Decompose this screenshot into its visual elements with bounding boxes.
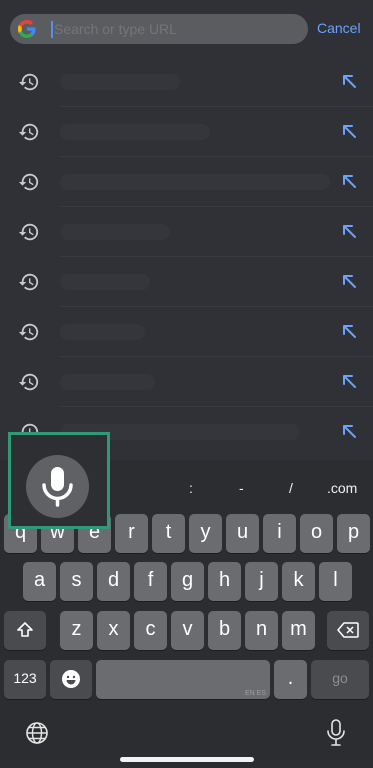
history-icon xyxy=(18,323,39,341)
history-icon xyxy=(18,123,39,141)
key-p[interactable]: p xyxy=(337,514,370,553)
history-icon xyxy=(18,273,39,291)
fill-arrow-icon[interactable] xyxy=(339,71,359,91)
suggestion-text xyxy=(60,324,145,340)
suggestion-text xyxy=(60,374,155,390)
key-h[interactable]: h xyxy=(208,562,241,601)
shift-key[interactable] xyxy=(4,611,46,650)
suggestion-key-slash[interactable]: / xyxy=(289,480,293,496)
fill-arrow-icon[interactable] xyxy=(339,121,359,141)
suggestion-text xyxy=(60,174,330,190)
history-icon xyxy=(18,373,39,391)
fill-arrow-icon[interactable] xyxy=(339,421,359,441)
microphone-icon xyxy=(42,467,73,507)
search-input[interactable] xyxy=(54,14,294,44)
fill-arrow-icon[interactable] xyxy=(339,271,359,291)
suggestion-text xyxy=(60,74,180,90)
emoji-icon xyxy=(62,670,80,688)
top-bar: Cancel xyxy=(0,0,373,58)
key-f[interactable]: f xyxy=(134,562,167,601)
key-t[interactable]: t xyxy=(152,514,185,553)
home-indicator[interactable] xyxy=(120,757,254,762)
key-z[interactable]: z xyxy=(60,611,93,650)
key-s[interactable]: s xyxy=(60,562,93,601)
fill-arrow-icon[interactable] xyxy=(339,321,359,341)
suggestion-row[interactable] xyxy=(0,307,373,357)
language-label: EN ES xyxy=(244,690,266,697)
key-y[interactable]: y xyxy=(189,514,222,553)
go-key[interactable]: go xyxy=(311,660,369,699)
google-logo-icon xyxy=(18,20,36,38)
suggestion-key-dotcom[interactable]: .com xyxy=(327,480,357,496)
suggestion-row[interactable] xyxy=(0,257,373,307)
key-i[interactable]: i xyxy=(263,514,296,553)
suggestion-text xyxy=(60,124,210,140)
key-o[interactable]: o xyxy=(300,514,333,553)
numbers-key[interactable]: 123 xyxy=(4,660,46,699)
key-u[interactable]: u xyxy=(226,514,259,553)
emoji-key[interactable] xyxy=(50,660,92,699)
suggestion-row[interactable] xyxy=(0,57,373,107)
history-icon xyxy=(18,173,39,191)
globe-icon[interactable] xyxy=(25,721,49,745)
key-c[interactable]: c xyxy=(134,611,167,650)
key-a[interactable]: a xyxy=(23,562,56,601)
space-key[interactable]: EN ES xyxy=(96,660,270,699)
period-key[interactable]: . xyxy=(274,660,307,699)
suggestion-row[interactable] xyxy=(0,107,373,157)
key-d[interactable]: d xyxy=(97,562,130,601)
cancel-button[interactable]: Cancel xyxy=(317,20,361,36)
suggestion-text xyxy=(60,274,150,290)
key-j[interactable]: j xyxy=(245,562,278,601)
fill-arrow-icon[interactable] xyxy=(339,371,359,391)
suggestion-row[interactable] xyxy=(0,357,373,407)
key-x[interactable]: x xyxy=(97,611,130,650)
text-cursor xyxy=(51,21,53,38)
suggestion-key-dash[interactable]: - xyxy=(239,480,244,496)
key-r[interactable]: r xyxy=(115,514,148,553)
voice-search-button[interactable] xyxy=(26,455,89,518)
key-v[interactable]: v xyxy=(171,611,204,650)
key-g[interactable]: g xyxy=(171,562,204,601)
suggestion-text xyxy=(60,224,170,240)
key-l[interactable]: l xyxy=(319,562,352,601)
history-icon xyxy=(18,73,39,91)
key-n[interactable]: n xyxy=(245,611,278,650)
backspace-icon xyxy=(337,622,359,638)
suggestion-row[interactable] xyxy=(0,207,373,257)
shift-icon xyxy=(17,622,33,637)
fill-arrow-icon[interactable] xyxy=(339,171,359,191)
key-b[interactable]: b xyxy=(208,611,241,650)
search-bar[interactable] xyxy=(10,14,308,44)
history-icon xyxy=(18,223,39,241)
key-k[interactable]: k xyxy=(282,562,315,601)
voice-search-highlight xyxy=(8,432,110,529)
delete-key[interactable] xyxy=(327,611,369,650)
fill-arrow-icon[interactable] xyxy=(339,221,359,241)
suggestion-key-colon[interactable]: : xyxy=(189,480,193,496)
suggestion-row[interactable] xyxy=(0,157,373,207)
dictation-mic-icon[interactable] xyxy=(326,719,346,747)
key-m[interactable]: m xyxy=(282,611,315,650)
